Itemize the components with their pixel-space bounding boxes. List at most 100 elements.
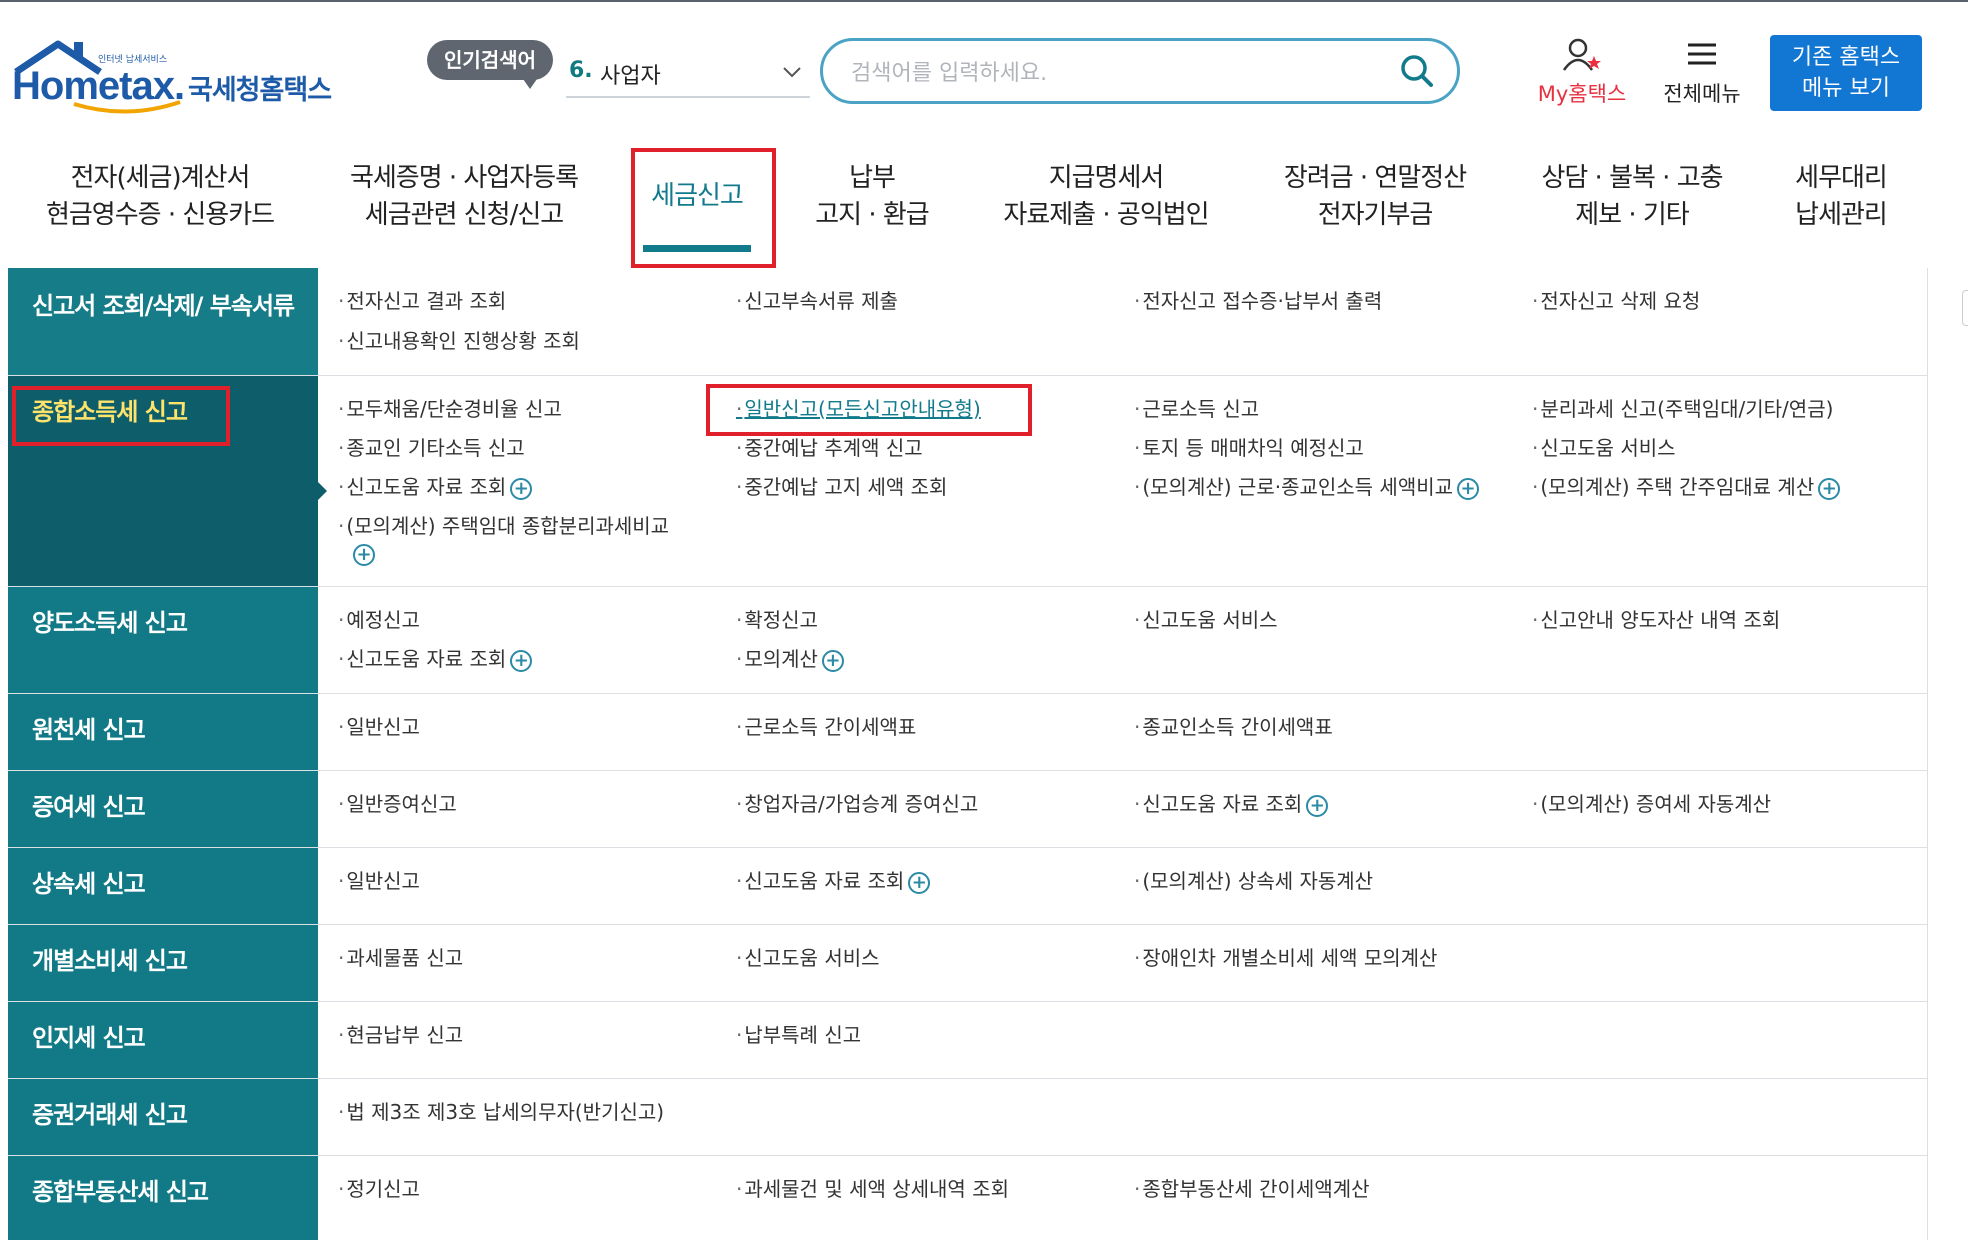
menu-link[interactable]: · 신고도움 자료 조회 + — [338, 646, 533, 672]
menu-row: 원천세 신고 · 일반신고 · 근로소득 간이세액표 · 종교인소득 간이세액표 — [8, 694, 1928, 771]
menu-link-text: 현금납부 신고 — [346, 1023, 464, 1047]
menu-link-text: 신고도움 서비스 — [1142, 608, 1278, 632]
menu-link[interactable]: · 모의계산 + — [736, 646, 844, 672]
category-stamp-tax[interactable]: 인지세 신고 — [8, 1002, 318, 1078]
gnb-tab-consult[interactable]: 상담 · 불복 · 고충 제보 · 기타 — [1541, 160, 1723, 234]
menu-link[interactable]: · 전자신고 접수증·납부서 출력 — [1134, 288, 1382, 314]
gnb-tab-line: 현금영수증 · 신용카드 — [45, 200, 275, 230]
gnb-tab-certificate[interactable]: 국세증명 · 사업자등록 세금관련 신청/신고 — [350, 160, 579, 234]
menu-link[interactable]: · 창업자금/가업승계 증여신고 — [736, 791, 978, 817]
gnb-tab-tax-filing[interactable]: 세금신고 — [651, 178, 744, 215]
menu-link-text: 과세물건 및 세액 상세내역 조회 — [744, 1177, 1009, 1201]
expand-plus-icon[interactable]: + — [821, 649, 844, 672]
category-inheritance-tax[interactable]: 상속세 신고 — [8, 848, 318, 924]
expand-plus-icon[interactable]: + — [908, 871, 931, 894]
menu-link[interactable]: · 법 제3조 제3호 납세의무자(반기신고) — [338, 1099, 664, 1125]
menu-link-text: 신고도움 서비스 — [744, 946, 880, 970]
all-menu-label: 전체메뉴 — [1663, 82, 1741, 106]
menu-link[interactable]: · (모의계산) 주택임대 종합분리과세비교 — [338, 513, 669, 539]
menu-link[interactable]: · 확정신고 — [736, 607, 818, 633]
old-menu-view-button[interactable]: 기존 홈택스 메뉴 보기 — [1770, 35, 1922, 111]
gnb-tab-payment-statement[interactable]: 지급명세서 자료제출 · 공익법인 — [1003, 160, 1209, 234]
gnb-tab-line: 자료제출 · 공익법인 — [1003, 200, 1209, 230]
menu-link[interactable]: · 종합부동산세 간이세액계산 — [1134, 1176, 1370, 1202]
menu-link[interactable]: · 과세물건 및 세액 상세내역 조회 — [736, 1176, 1009, 1202]
menu-link[interactable]: · 과세물품 신고 — [338, 945, 463, 971]
menu-link[interactable]: · 중간예납 추계액 신고 — [736, 435, 923, 461]
old-menu-label-line2: 메뉴 보기 — [1802, 76, 1890, 101]
menu-link[interactable]: · 신고부속서류 제출 — [736, 288, 898, 314]
menu-link[interactable]: · (모의계산) 주택 간주임대료 계산 + — [1532, 474, 1841, 500]
expand-plus-icon[interactable]: + — [510, 649, 533, 672]
menu-link[interactable]: · 장애인차 개별소비세 세액 모의계산 — [1134, 945, 1437, 971]
menu-link-text: 모의계산 — [744, 647, 818, 671]
expand-plus-icon[interactable]: + — [1457, 477, 1480, 500]
menu-link-text: (모의계산) 주택 간주임대료 계산 — [1540, 475, 1815, 499]
menu-link[interactable]: · 전자신고 삭제 요청 — [1532, 288, 1700, 314]
menu-link[interactable]: · 신고도움 서비스 — [1532, 435, 1676, 461]
search-icon[interactable] — [1399, 53, 1435, 89]
menu-link[interactable]: · 전자신고 결과 조회 — [338, 288, 506, 314]
popular-search-select[interactable]: 6. 사업자 — [566, 50, 810, 98]
category-returns[interactable]: 신고서 조회/삭제/ 부속서류 — [8, 268, 318, 375]
menu-link[interactable]: · (모의계산) 증여세 자동계산 — [1532, 791, 1771, 817]
gnb-tab-invoice[interactable]: 전자(세금)계산서 현금영수증 · 신용카드 — [45, 160, 275, 234]
menu-link[interactable]: · 일반증여신고 — [338, 791, 457, 817]
menu-link-text: 납부특례 신고 — [744, 1023, 862, 1047]
expand-plus-icon[interactable]: + — [510, 477, 533, 500]
menu-link[interactable]: · 신고도움 자료 조회 + — [1134, 791, 1329, 817]
menu-row: 신고서 조회/삭제/ 부속서류 · 전자신고 결과 조회 · 신고부속서류 제출 ·… — [8, 268, 1928, 376]
category-excise-tax[interactable]: 개별소비세 신고 — [8, 925, 318, 1001]
gnb-tab-line: 세금신고 — [651, 181, 744, 211]
menu-link[interactable]: · 근로소득 간이세액표 — [736, 714, 916, 740]
category-income-tax[interactable]: 종합소득세 신고 — [8, 376, 318, 586]
menu-link[interactable]: · 종교인소득 간이세액표 — [1134, 714, 1333, 740]
user-star-icon — [1562, 38, 1601, 71]
menu-link[interactable]: · 신고도움 자료 조회 + — [736, 868, 931, 894]
menu-link[interactable]: · 일반신고 — [338, 868, 420, 894]
menu-link[interactable]: · 신고내용확인 진행상황 조회 — [338, 328, 580, 354]
menu-link-text: 종교인 기타소득 신고 — [346, 436, 525, 460]
gnb-tab-incentive[interactable]: 장려금 · 연말정산 전자기부금 — [1284, 160, 1467, 234]
category-gift-tax[interactable]: 증여세 신고 — [8, 771, 318, 847]
all-menu-button[interactable]: 전체메뉴 — [1652, 36, 1752, 106]
menu-link[interactable]: · 신고도움 서비스 — [1134, 607, 1278, 633]
scroll-handle[interactable] — [1962, 290, 1968, 326]
expand-plus-icon[interactable]: + — [1818, 477, 1841, 500]
menu-link[interactable]: · 정기신고 — [338, 1176, 420, 1202]
menu-link[interactable]: · 현금납부 신고 — [338, 1022, 463, 1048]
menu-link-general-filing[interactable]: · 일반신고(모든신고안내유형) — [736, 396, 981, 422]
menu-link[interactable]: · 신고도움 자료 조회 + — [338, 474, 533, 500]
my-hometax-button[interactable]: My홈택스 — [1528, 36, 1636, 106]
menu-link-text: 정기신고 — [346, 1177, 420, 1201]
menu-row: 증여세 신고 · 일반증여신고 · 창업자금/가업승계 증여신고 · 신고도움 자료 … — [8, 771, 1928, 848]
table-right-border — [1927, 268, 1928, 1240]
menu-link[interactable]: · 납부특례 신고 — [736, 1022, 861, 1048]
category-withholding[interactable]: 원천세 신고 — [8, 694, 318, 770]
menu-link[interactable]: · (모의계산) 근로·종교인소득 세액비교 + — [1134, 474, 1480, 500]
my-hometax-label: My홈택스 — [1537, 82, 1627, 106]
expand-plus-icon[interactable]: + — [353, 544, 375, 566]
search-input[interactable] — [849, 55, 1373, 91]
menu-link[interactable]: · 종교인 기타소득 신고 — [338, 435, 525, 461]
menu-link[interactable]: · 토지 등 매매차익 예정신고 — [1134, 435, 1364, 461]
category-securities-tax[interactable]: 증권거래세 신고 — [8, 1079, 318, 1155]
menu-link[interactable]: · 일반신고 — [338, 714, 420, 740]
menu-link[interactable]: · (모의계산) 상속세 자동계산 — [1134, 868, 1373, 894]
menu-link[interactable]: · 중간예납 고지 세액 조회 — [736, 474, 947, 500]
menu-link[interactable]: · 신고도움 서비스 — [736, 945, 880, 971]
menu-link[interactable]: · 예정신고 — [338, 607, 420, 633]
expand-plus-icon[interactable]: + — [1306, 794, 1329, 817]
gnb-tab-line: 전자기부금 — [1317, 200, 1434, 230]
menu-link[interactable]: · 근로소득 신고 — [1134, 396, 1259, 422]
gnb-tab-tax-agent[interactable]: 세무대리 납세관리 — [1795, 160, 1888, 234]
menu-link[interactable]: · 신고안내 양도자산 내역 조회 — [1532, 607, 1780, 633]
hometax-logo[interactable]: 인터넷 납세서비스 Hometax. 국세청홈택스 — [12, 38, 342, 120]
menu-link-text: 중간예납 추계액 신고 — [744, 436, 923, 460]
category-capital-gains[interactable]: 양도소득세 신고 — [8, 587, 318, 693]
menu-link[interactable]: · 모두채움/단순경비율 신고 — [338, 396, 562, 422]
gnb-tab-payment[interactable]: 납부 고지 · 환급 — [815, 160, 929, 234]
menu-link[interactable]: · 분리과세 신고(주택임대/기타/연금) — [1532, 396, 1833, 422]
submenu-table: 신고서 조회/삭제/ 부속서류 · 전자신고 결과 조회 · 신고부속서류 제출 ·… — [8, 268, 1928, 1240]
category-property-tax[interactable]: 종합부동산세 신고 — [8, 1156, 318, 1240]
